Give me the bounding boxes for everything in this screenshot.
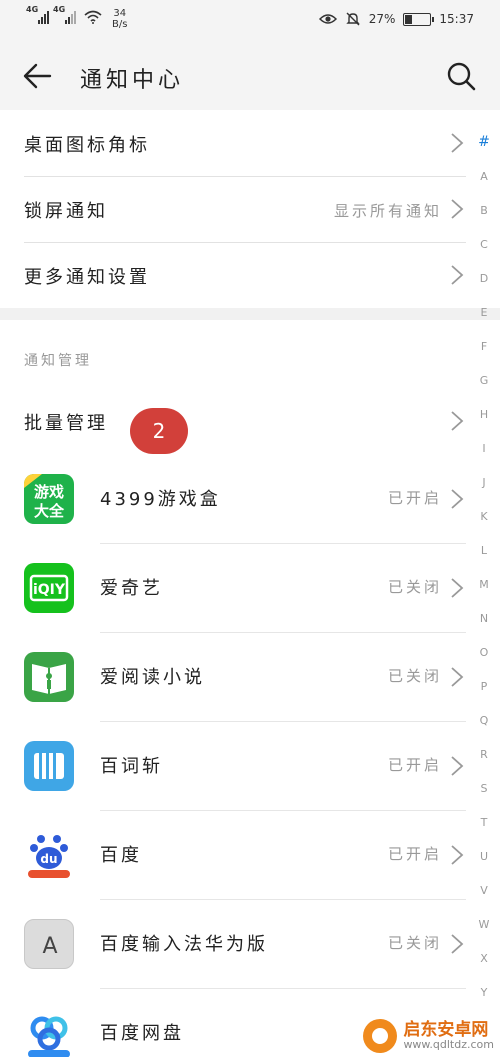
baidu-input-icon: A xyxy=(24,919,74,969)
svg-text:iQIY: iQIY xyxy=(33,582,66,598)
index-letter[interactable]: S xyxy=(474,782,494,795)
iqiyi-icon: iQIY xyxy=(24,563,74,613)
app-row[interactable]: 百词斩 已开启 xyxy=(0,721,470,810)
chevron-right-icon xyxy=(451,265,464,285)
app-row[interactable]: 游戏 大全 4399游戏盒 已开启 xyxy=(0,454,470,543)
index-letter[interactable]: D xyxy=(474,272,494,285)
index-letter[interactable]: E xyxy=(474,306,494,319)
index-letter[interactable]: A xyxy=(474,170,494,183)
setting-row-more[interactable]: 更多通知设置 xyxy=(0,242,470,308)
setting-label: 更多通知设置 xyxy=(24,267,150,288)
index-letter[interactable]: P xyxy=(474,680,494,693)
index-letter[interactable]: R xyxy=(474,748,494,761)
app-notification-state: 已关闭 xyxy=(387,667,442,685)
section-gap xyxy=(0,308,500,320)
app-name: 爱阅读小说 xyxy=(100,667,205,688)
app-row[interactable]: 爱阅读小说 已关闭 xyxy=(0,632,470,721)
network-speed: 34 B/s xyxy=(112,8,128,30)
batch-manage-row[interactable]: 批量管理 xyxy=(0,388,470,454)
chevron-right-icon xyxy=(451,133,464,153)
index-letter[interactable]: L xyxy=(474,544,494,557)
clock: 15:37 xyxy=(439,12,474,26)
app-notification-state: 已开启 xyxy=(387,489,442,507)
index-letter[interactable]: I xyxy=(474,442,494,455)
svg-text:游戏: 游戏 xyxy=(34,483,64,501)
app-notification-state: 已关闭 xyxy=(387,934,442,952)
index-letter[interactable]: G xyxy=(474,374,494,387)
app-name: 百度网盘 xyxy=(100,1023,184,1044)
index-letter[interactable]: # xyxy=(474,134,494,150)
app-notification-state: 已关闭 xyxy=(387,578,442,596)
index-letter[interactable]: J xyxy=(474,476,494,489)
baicizhan-icon xyxy=(24,741,74,791)
watermark-logo-icon xyxy=(363,1019,398,1053)
index-letter[interactable]: K xyxy=(474,510,494,523)
status-bar: 4G 4G 34 B/s 27% 15:37 xyxy=(0,0,500,40)
index-letter[interactable]: B xyxy=(474,204,494,217)
section-header: 通知管理 xyxy=(24,353,92,369)
cellular-signal-icon: 4G xyxy=(26,5,49,24)
app-name: 爱奇艺 xyxy=(100,578,163,599)
app-name: 百度 xyxy=(100,845,142,866)
app-notification-state: 已开启 xyxy=(387,845,442,863)
chevron-right-icon xyxy=(451,411,464,431)
app-bar: 通知中心 xyxy=(0,40,500,110)
chevron-right-icon xyxy=(451,756,464,776)
book-reader-icon xyxy=(24,652,74,702)
back-arrow-icon[interactable] xyxy=(22,60,54,92)
search-icon[interactable] xyxy=(445,60,477,92)
chevron-right-icon xyxy=(451,845,464,865)
app-notification-state: 已开启 xyxy=(387,756,442,774)
baidu-paw-icon: du xyxy=(24,830,74,880)
setting-value: 显示所有通知 xyxy=(333,202,442,220)
index-letter[interactable]: W xyxy=(474,918,494,931)
app-row[interactable]: iQIY 爱奇艺 已关闭 xyxy=(0,543,470,632)
eye-comfort-icon xyxy=(318,14,337,24)
chevron-right-icon xyxy=(451,667,464,687)
setting-row-lockscreen[interactable]: 锁屏通知 显示所有通知 xyxy=(0,176,470,242)
battery-percent: 27% xyxy=(368,12,396,26)
battery-icon xyxy=(403,12,435,26)
watermark-name: 启东安卓网 xyxy=(403,1020,489,1040)
site-watermark: 启东安卓网 www.qdltdz.com xyxy=(363,1019,494,1053)
cellular-signal-icon-2: 4G xyxy=(53,5,76,24)
index-letter[interactable]: C xyxy=(474,238,494,251)
page-title: 通知中心 xyxy=(80,68,185,93)
svg-text:A: A xyxy=(42,934,57,959)
index-letter[interactable]: N xyxy=(474,612,494,625)
4399-youxi-daquan-icon: 游戏 大全 xyxy=(24,474,74,524)
index-letter[interactable]: F xyxy=(474,340,494,353)
index-letter[interactable]: Q xyxy=(474,714,494,727)
app-row[interactable]: A 百度输入法华为版 已关闭 xyxy=(0,899,470,988)
app-row[interactable]: du 百度 已开启 xyxy=(0,810,470,899)
app-name: 4399游戏盒 xyxy=(100,489,221,510)
app-name: 百度输入法华为版 xyxy=(100,934,268,955)
svg-text:大全: 大全 xyxy=(34,502,65,520)
setting-label: 桌面图标角标 xyxy=(24,135,150,156)
index-letter[interactable]: T xyxy=(474,816,494,829)
index-letter[interactable]: O xyxy=(474,646,494,659)
index-letter[interactable]: M xyxy=(474,578,494,591)
index-letter[interactable]: H xyxy=(474,408,494,421)
index-letter[interactable]: U xyxy=(474,850,494,863)
svg-text:du: du xyxy=(40,852,57,866)
setting-label: 锁屏通知 xyxy=(24,201,108,222)
batch-manage-label: 批量管理 xyxy=(24,413,108,434)
app-name: 百词斩 xyxy=(100,756,163,777)
index-letter[interactable]: X xyxy=(474,952,494,965)
notification-off-icon xyxy=(346,12,360,26)
chevron-right-icon xyxy=(451,578,464,598)
chevron-right-icon xyxy=(451,199,464,219)
setting-row-desktop-badge[interactable]: 桌面图标角标 xyxy=(0,110,470,176)
chevron-right-icon xyxy=(451,489,464,509)
index-letter[interactable]: V xyxy=(474,884,494,897)
chevron-right-icon xyxy=(451,934,464,954)
baidu-netdisk-icon xyxy=(24,1008,74,1057)
wifi-icon xyxy=(84,10,102,24)
index-letter[interactable]: Y xyxy=(474,986,494,999)
step-marker-badge: 2 xyxy=(130,408,188,454)
watermark-url: www.qdltdz.com xyxy=(403,1038,494,1051)
